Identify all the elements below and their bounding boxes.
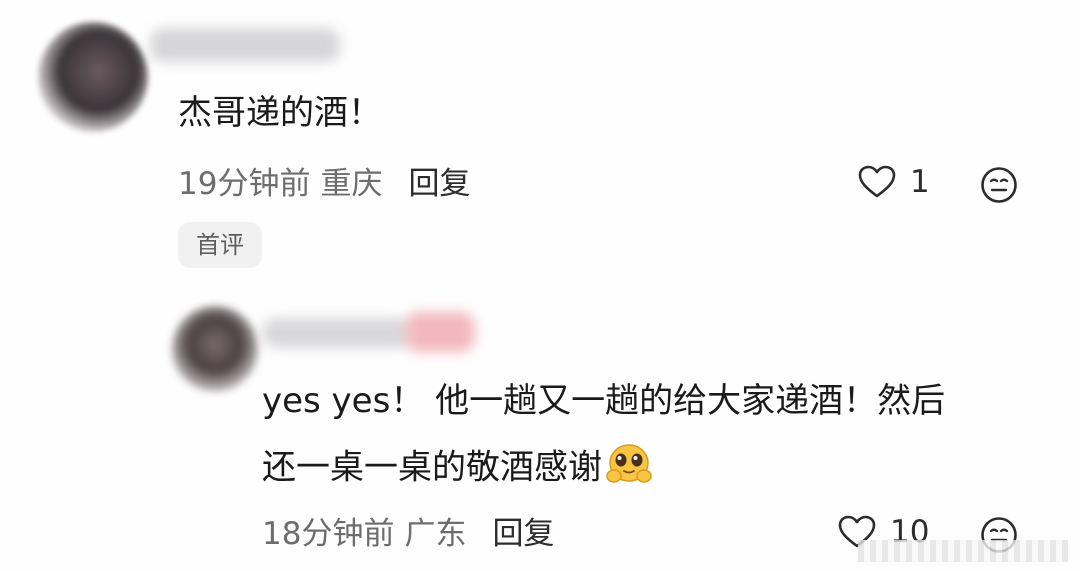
comment-meta: 18分钟前 广东 回复: [262, 514, 554, 554]
heart-outline-icon: [858, 165, 896, 198]
watermark: [858, 540, 1068, 562]
username-blurred[interactable]: [150, 28, 340, 62]
user-badge-blurred: [405, 312, 475, 352]
avatar[interactable]: [172, 306, 258, 392]
comment-text-line: 还一桌一桌的敬酒感谢: [262, 443, 652, 495]
comment-meta: 19分钟前 重庆 回复: [178, 164, 470, 204]
comment-time: 18分钟前: [262, 516, 395, 552]
pleading-face-emoji: [606, 443, 652, 495]
like-count: 1: [910, 164, 930, 200]
neutral-face-icon: [981, 167, 1017, 203]
comment-text-line: yes yes！ 他一趟又一趟的给大家递酒！然后: [262, 381, 946, 421]
reply-button[interactable]: 回复: [492, 516, 554, 552]
comment-location: 重庆: [320, 166, 383, 202]
more-button[interactable]: [980, 166, 1018, 208]
comment-text-segment: 还一桌一桌的敬酒感谢: [262, 447, 602, 488]
comment-thread: 杰哥递的酒！ 19分钟前 重庆 回复 1 首评 yes yes！ 他一趟又一趟的给大…: [0, 0, 1080, 571]
username-blurred[interactable]: [262, 318, 412, 348]
comment-location: 广东: [404, 516, 467, 552]
first-comment-badge: 首评: [178, 222, 262, 268]
like-button[interactable]: 1: [858, 164, 930, 200]
comment-text: 杰哥递的酒！: [178, 93, 382, 133]
avatar[interactable]: [38, 22, 148, 132]
comment-time: 19分钟前: [178, 166, 311, 202]
reply-button[interactable]: 回复: [408, 166, 470, 202]
